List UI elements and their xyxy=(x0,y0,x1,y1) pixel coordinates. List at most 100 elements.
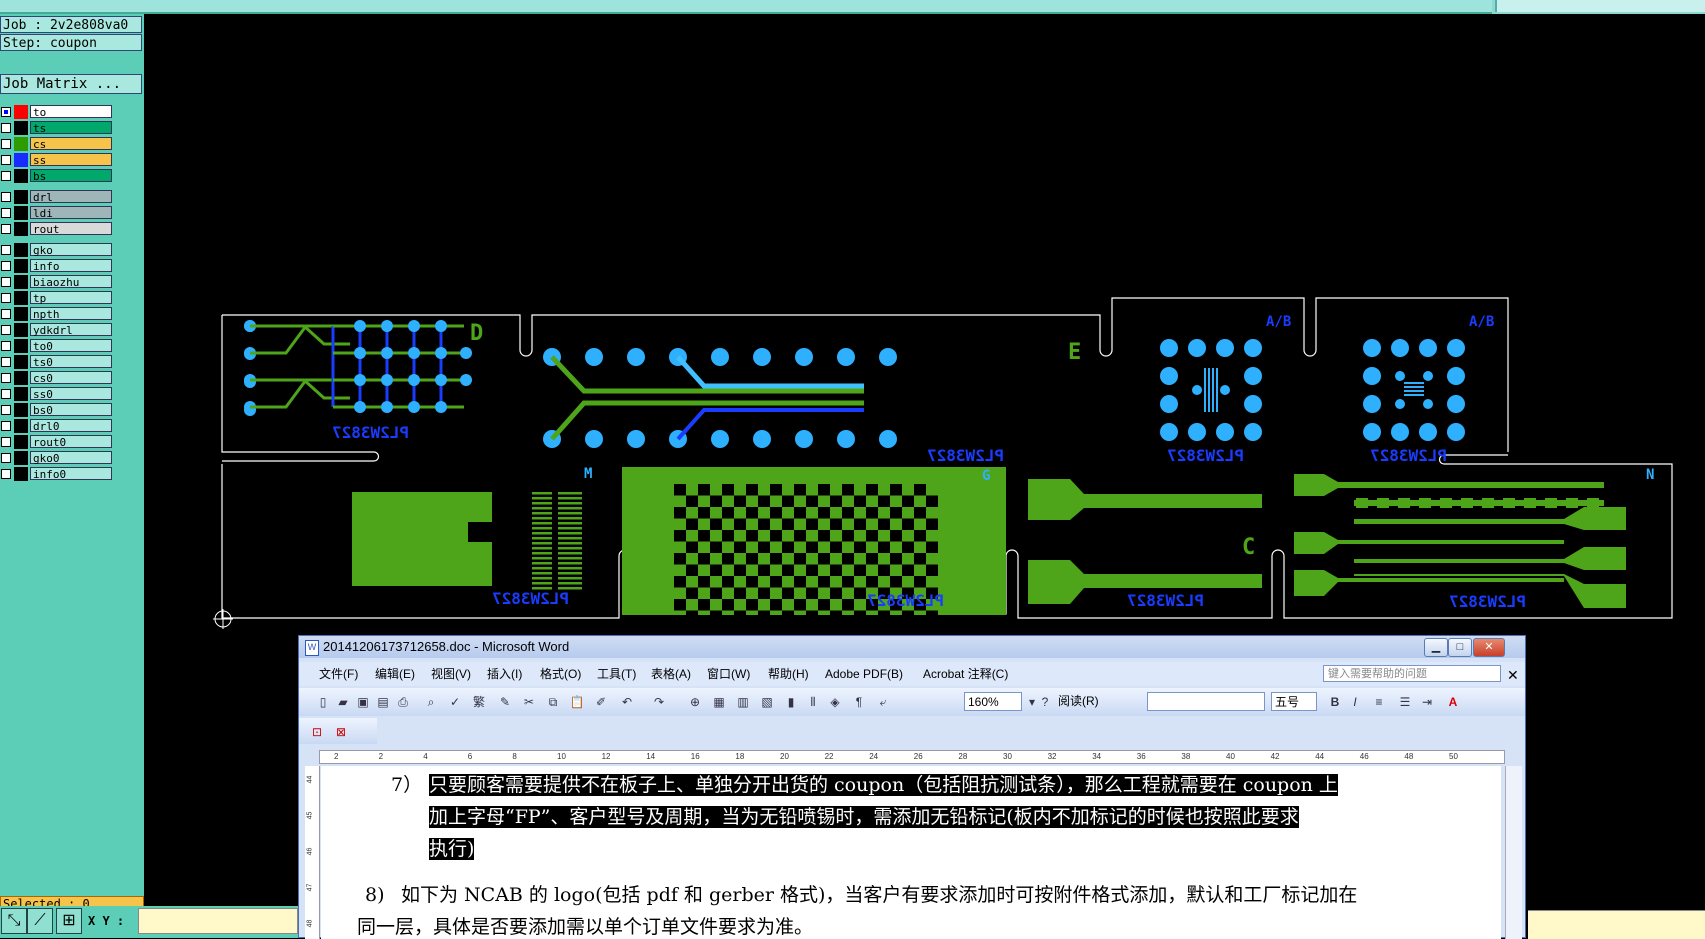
layer-row-bs0[interactable]: bs0 xyxy=(0,403,115,417)
document-map-icon[interactable]: ◈ xyxy=(827,694,843,710)
layer-row-biaozhu[interactable]: biaozhu xyxy=(0,275,115,289)
close-icon[interactable]: ✕ xyxy=(1473,638,1505,657)
para8-line2[interactable]: 同一层，具体是否要添加需以单个订单文件要求为准。 xyxy=(357,912,813,939)
layer-color-swatch[interactable] xyxy=(14,243,28,257)
layer-row-npth[interactable]: npth xyxy=(0,307,115,321)
document-page[interactable]: 7） 只要顾客需要提供不在板子上、单独分开出货的 coupon（包括阻抗测试条）… xyxy=(321,766,1501,939)
layer-color-swatch[interactable] xyxy=(14,291,28,305)
menu-insert[interactable]: 插入(I) xyxy=(487,662,522,686)
save-icon[interactable]: ▣ xyxy=(355,694,371,710)
layer-checkbox[interactable] xyxy=(1,277,11,287)
layer-name[interactable]: gko0 xyxy=(30,451,112,465)
layer-name[interactable]: drl xyxy=(30,190,112,204)
layer-name[interactable]: to0 xyxy=(30,339,112,353)
paste-icon[interactable]: 📋 xyxy=(569,694,585,710)
layer-name[interactable]: npth xyxy=(30,307,112,321)
undo-icon[interactable]: ↶ xyxy=(619,694,635,710)
layer-name[interactable]: bs xyxy=(30,169,112,183)
layer-checkbox[interactable] xyxy=(1,373,11,383)
help-icon[interactable]: ? xyxy=(1037,694,1053,710)
layer-name[interactable]: tp xyxy=(30,291,112,305)
layer-name[interactable]: ts xyxy=(30,121,112,135)
layer-checkbox[interactable] xyxy=(1,293,11,303)
layer-name[interactable]: cs xyxy=(30,137,112,151)
layer-color-swatch[interactable] xyxy=(14,419,28,433)
layer-color-swatch[interactable] xyxy=(14,435,28,449)
layer-checkbox[interactable] xyxy=(1,224,11,234)
layer-color-swatch[interactable] xyxy=(14,153,28,167)
layer-color-swatch[interactable] xyxy=(14,387,28,401)
layer-row-info[interactable]: info xyxy=(0,259,115,273)
font-size-select[interactable]: 五号 xyxy=(1271,692,1317,711)
menu-file[interactable]: 文件(F) xyxy=(319,662,358,686)
grid-icon[interactable]: ⊞ xyxy=(56,908,82,934)
layer-color-swatch[interactable] xyxy=(14,403,28,417)
layer-color-swatch[interactable] xyxy=(14,169,28,183)
menu-view[interactable]: 视图(V) xyxy=(431,662,471,686)
layer-name[interactable]: ts0 xyxy=(30,355,112,369)
layer-name[interactable]: gko xyxy=(30,243,112,257)
layer-name[interactable]: ss0 xyxy=(30,387,112,401)
layer-name[interactable]: ldi xyxy=(30,206,112,220)
traditional-chinese-icon[interactable]: 繁 xyxy=(471,694,487,710)
read-button[interactable]: 阅读(R) xyxy=(1055,692,1102,711)
menu-acrobat-comment[interactable]: Acrobat 注释(C) xyxy=(923,662,1008,686)
layer-row-gko0[interactable]: gko0 xyxy=(0,451,115,465)
layer-checkbox[interactable] xyxy=(1,139,11,149)
layer-color-swatch[interactable] xyxy=(14,121,28,135)
bullets-icon[interactable]: ☰ xyxy=(1397,694,1413,710)
zoom-fit-icon[interactable]: ⤡ xyxy=(1,908,27,934)
maximize-icon[interactable]: □ xyxy=(1448,638,1472,657)
layer-color-swatch[interactable] xyxy=(14,105,28,119)
layer-checkbox[interactable] xyxy=(1,309,11,319)
menu-adobe-pdf[interactable]: Adobe PDF(B) xyxy=(825,662,903,686)
para7-line1[interactable]: 只要顾客需要提供不在板子上、单独分开出货的 coupon（包括阻抗测试条），那么… xyxy=(429,770,1499,801)
layer-color-swatch[interactable] xyxy=(14,467,28,481)
layer-checkbox[interactable] xyxy=(1,123,11,133)
layer-color-swatch[interactable] xyxy=(14,451,28,465)
layer-row-rout[interactable]: rout xyxy=(0,222,115,236)
layer-name[interactable]: info xyxy=(30,259,112,273)
ink-icon[interactable]: ⤶ xyxy=(875,694,891,710)
align-center-icon[interactable]: ≡ xyxy=(1371,694,1387,710)
layer-row-drl[interactable]: drl xyxy=(0,190,115,204)
font-color-icon[interactable]: A xyxy=(1445,694,1461,710)
layer-checkbox[interactable] xyxy=(1,208,11,218)
layer-row-drl0[interactable]: drl0 xyxy=(0,419,115,433)
insert-table-icon[interactable]: ▥ xyxy=(735,694,751,710)
menu-window[interactable]: 窗口(W) xyxy=(707,662,750,686)
layer-row-ss0[interactable]: ss0 xyxy=(0,387,115,401)
layer-checkbox[interactable] xyxy=(1,453,11,463)
layer-color-swatch[interactable] xyxy=(14,275,28,289)
word-window[interactable]: W 20141206173712658.doc - Microsoft Word… xyxy=(298,635,1526,939)
layer-checkbox[interactable] xyxy=(1,469,11,479)
layer-row-info0[interactable]: info0 xyxy=(0,467,115,481)
permission-icon[interactable]: ▤ xyxy=(375,694,391,710)
menu-table[interactable]: 表格(A) xyxy=(651,662,691,686)
layer-name[interactable]: ydkdrl xyxy=(30,323,112,337)
job-matrix-button[interactable]: Job Matrix ... xyxy=(0,74,142,94)
help-search-input[interactable]: 键入需要帮助的问题 xyxy=(1323,665,1501,682)
columns-icon[interactable]: ▮ xyxy=(783,694,799,710)
para7-line3[interactable]: 执行) xyxy=(429,834,475,865)
layer-row-bs[interactable]: bs xyxy=(0,169,115,183)
menu-format[interactable]: 格式(O) xyxy=(540,662,581,686)
layer-checkbox[interactable] xyxy=(1,261,11,271)
research-icon[interactable]: ✎ xyxy=(497,694,513,710)
menu-edit[interactable]: 编辑(E) xyxy=(375,662,415,686)
layer-row-cs0[interactable]: cs0 xyxy=(0,371,115,385)
layer-color-swatch[interactable] xyxy=(14,137,28,151)
layer-name[interactable]: info0 xyxy=(30,467,112,481)
layer-name[interactable]: drl0 xyxy=(30,419,112,433)
new-doc-icon[interactable]: ▯ xyxy=(315,694,331,710)
layer-name[interactable]: rout0 xyxy=(30,435,112,449)
layer-checkbox[interactable] xyxy=(1,405,11,415)
layer-checkbox[interactable] xyxy=(1,325,11,335)
layer-row-tp[interactable]: tp xyxy=(0,291,115,305)
layer-color-swatch[interactable] xyxy=(14,371,28,385)
layer-checkbox[interactable] xyxy=(1,171,11,181)
bold-icon[interactable]: B xyxy=(1327,694,1343,710)
layer-row-to[interactable]: to xyxy=(0,105,115,119)
measure-icon[interactable]: ⟋ xyxy=(27,908,53,934)
indent-icon[interactable]: ⇥ xyxy=(1419,694,1435,710)
